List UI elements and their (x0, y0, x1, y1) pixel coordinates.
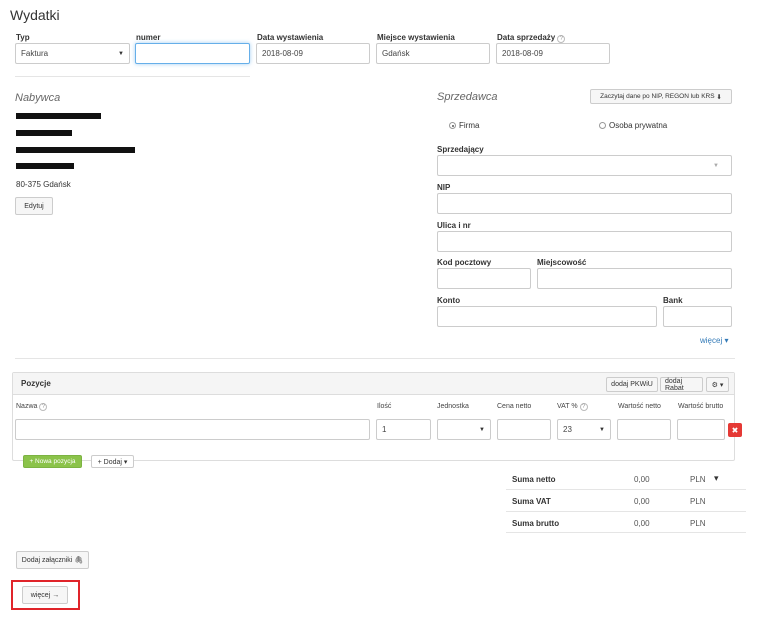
wiecej-button[interactable]: więcej → (22, 586, 68, 604)
ulica-label: Ulica i nr (437, 221, 471, 230)
radio-osoba-prywatna[interactable]: Osoba prywatna (599, 121, 667, 130)
delete-row-icon[interactable]: ✖ (728, 423, 742, 437)
data-sprzedazy-label: Data sprzedaży? (497, 33, 566, 43)
add-rabat-button[interactable]: dodaj Rabat (660, 377, 703, 392)
download-icon: ⬇ (716, 93, 722, 101)
suma-vat-row: Suma VAT 0,00 PLN (506, 489, 746, 511)
fetch-nip-button[interactable]: Zaczytaj dane po NIP, REGON lub KRS ⬇ (590, 89, 732, 104)
col-wartosc-netto: Wartość netto (618, 403, 661, 410)
edit-button[interactable]: Edytuj (15, 197, 53, 215)
page-title: Wydatki (10, 7, 60, 23)
kod-pocztowy-input[interactable] (437, 268, 531, 289)
numer-label: numer (136, 33, 161, 42)
redacted-line (16, 163, 74, 169)
konto-input[interactable] (437, 306, 657, 327)
wartosc-brutto-input[interactable] (677, 419, 725, 440)
nabywca-city: 80-375 Gdańsk (16, 180, 71, 189)
gear-icon[interactable]: ⚙ ▾ (706, 377, 729, 392)
nazwa-input[interactable] (15, 419, 370, 440)
data-wystawienia-input[interactable]: 2018-08-09 (256, 43, 370, 64)
divider (15, 76, 250, 77)
sprzedawca-title: Sprzedawca (437, 91, 498, 103)
paperclip-icon: 🖇 (74, 557, 84, 564)
miejscowosc-label: Miejscowość (537, 258, 587, 267)
col-vat: VAT %? (557, 403, 588, 411)
help-icon[interactable]: ? (557, 35, 566, 43)
bank-input[interactable] (663, 306, 732, 327)
sprzedajacy-label: Sprzedający (437, 145, 484, 154)
data-wystawienia-label: Data wystawienia (257, 33, 324, 42)
kod-pocztowy-label: Kod pocztowy (437, 258, 492, 267)
typ-select[interactable]: Faktura ▼ (15, 43, 130, 64)
redacted-line (16, 113, 101, 119)
vat-select[interactable]: 23 ▼ (557, 419, 611, 440)
redacted-line (16, 147, 135, 153)
jednostka-select[interactable]: ▼ (437, 419, 491, 440)
col-ilosc: Ilość (377, 403, 392, 410)
typ-label: Typ (16, 33, 30, 42)
chevron-down-icon: ▼ (479, 426, 485, 433)
konto-label: Konto (437, 296, 461, 305)
bank-label: Bank (663, 296, 683, 305)
dodaj-dropdown-button[interactable]: + Dodaj ▾ (91, 455, 134, 468)
nip-label: NIP (437, 183, 451, 192)
col-cena-netto: Cena netto (497, 403, 532, 410)
help-icon[interactable]: ? (39, 403, 48, 411)
data-sprzedazy-input[interactable]: 2018-08-09 (496, 43, 610, 64)
currency-dropdown-icon[interactable]: ▾ (714, 473, 719, 484)
divider (15, 358, 735, 359)
suma-brutto-row: Suma brutto 0,00 PLN (506, 511, 746, 533)
miejsce-input[interactable]: Gdańsk (376, 43, 490, 64)
chevron-down-icon: ▼ (118, 50, 124, 57)
miejscowosc-input[interactable] (537, 268, 732, 289)
nip-input[interactable] (437, 193, 732, 214)
nowa-pozycja-button[interactable]: + Nowa pozycja (23, 455, 82, 468)
col-wartosc-brutto: Wartość brutto (678, 403, 724, 410)
radio-icon (599, 122, 606, 129)
pozycje-title: Pozycje (21, 379, 51, 388)
chevron-down-icon: ▼ (713, 162, 719, 169)
wiecej-link[interactable]: więcej ▾ (700, 336, 728, 345)
radio-icon (449, 122, 456, 129)
ulica-input[interactable] (437, 231, 732, 252)
miejsce-label: Miejsce wystawienia (377, 33, 455, 42)
suma-netto-row: Suma netto 0,00 PLN ▾ (512, 473, 719, 484)
help-icon[interactable]: ? (579, 403, 588, 411)
nabywca-title: Nabywca (15, 92, 61, 104)
add-pkwiu-button[interactable]: dodaj PKWiU (606, 377, 658, 392)
attach-button[interactable]: Dodaj załączniki 🖇 (16, 551, 89, 569)
ilosc-input[interactable]: 1 (376, 419, 431, 440)
redacted-line (16, 130, 72, 136)
col-jednostka: Jednostka (437, 403, 469, 410)
chevron-down-icon: ▼ (599, 426, 605, 433)
wartosc-netto-input[interactable] (617, 419, 671, 440)
col-nazwa: Nazwa? (16, 403, 48, 411)
radio-firma[interactable]: Firma (449, 121, 479, 130)
numer-input[interactable] (135, 43, 250, 64)
sprzedajacy-input[interactable]: ▼ (437, 155, 732, 176)
typ-value: Faktura (21, 49, 49, 58)
cena-netto-input[interactable] (497, 419, 551, 440)
